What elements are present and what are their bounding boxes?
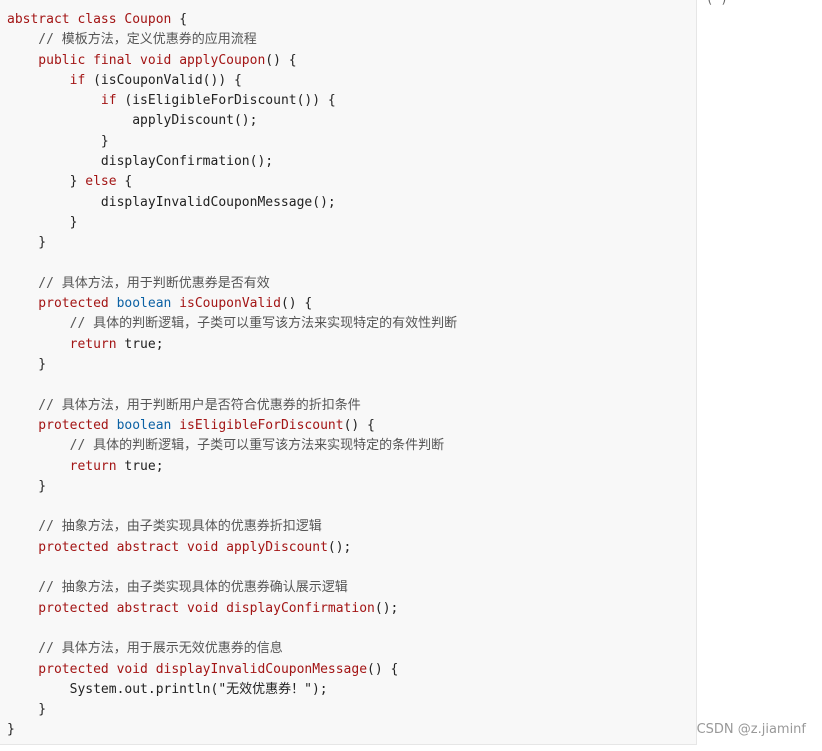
code-line: // 抽象方法，由子类实现具体的优惠券确认展示逻辑 [7, 578, 457, 598]
code-line: // 抽象方法，由子类实现具体的优惠券折扣逻辑 [7, 517, 457, 537]
code-token: displayInvalidCouponMessage(); [7, 194, 336, 210]
code-token: if [7, 72, 86, 88]
code-token: protected [7, 417, 117, 433]
code-line: displayInvalidCouponMessage(); [7, 193, 457, 213]
code-content: abstract class Coupon { // 模板方法，定义优惠券的应用… [7, 10, 457, 741]
code-line: // 具体方法，用于判断优惠券是否有效 [7, 274, 457, 294]
code-token: // 模板方法，定义优惠券的应用流程 [7, 32, 257, 48]
code-token: ); [311, 681, 328, 697]
code-token: displayInvalidCouponMessage [155, 661, 368, 677]
code-line: // 具体方法，用于判断用户是否符合优惠券的折扣条件 [7, 396, 457, 416]
code-token: boolean [116, 296, 180, 312]
code-token: { [171, 12, 188, 27]
code-token: } [7, 174, 86, 190]
code-token: isCouponValid [179, 296, 281, 312]
code-line: } [7, 477, 457, 497]
code-line: protected void displayInvalidCouponMessa… [7, 660, 457, 680]
code-token: if [7, 93, 117, 109]
corner-glyph: ( ) [706, 0, 728, 6]
code-line: protected abstract void displayConfirmat… [7, 599, 457, 619]
code-token: return [7, 336, 125, 352]
watermark: CSDN @z.jiaminf [696, 722, 806, 737]
code-line: displayConfirmation(); [7, 152, 457, 172]
code-token: boolean [116, 417, 180, 433]
code-token: // 具体方法，用于判断用户是否符合优惠券的折扣条件 [7, 397, 361, 413]
code-line: System.out.println("无效优惠券！"); [7, 680, 457, 700]
code-token: (); [327, 539, 352, 555]
code-line: } else { [7, 172, 457, 192]
code-token: abstract class [7, 12, 125, 27]
code-line: public final void applyCoupon() { [7, 51, 457, 71]
code-token: true; [124, 458, 164, 474]
code-token: () { [343, 417, 375, 433]
code-token: (isEligibleForDiscount()) { [116, 93, 336, 109]
code-token: () { [367, 661, 399, 677]
code-line: } [7, 720, 457, 740]
code-token: (isCouponValid()) { [85, 72, 242, 88]
code-line: protected boolean isCouponValid() { [7, 294, 457, 314]
code-token: System.out.println( [7, 681, 219, 697]
code-line: // 模板方法，定义优惠券的应用流程 [7, 30, 457, 50]
code-line: if (isCouponValid()) { [7, 71, 457, 91]
code-token: else [85, 174, 117, 190]
code-token: isEligibleForDiscount [179, 417, 344, 433]
code-token: // 具体的判断逻辑，子类可以重写该方法来实现特定的有效性判断 [7, 316, 458, 332]
code-line: protected abstract void applyDiscount(); [7, 538, 457, 558]
code-token: // 具体的判断逻辑，子类可以重写该方法来实现特定的条件判断 [7, 438, 445, 454]
code-token: displayConfirmation [226, 600, 375, 616]
code-token: // 具体方法，用于判断优惠券是否有效 [7, 275, 270, 291]
code-line: abstract class Coupon { [7, 10, 457, 30]
code-line: } [7, 213, 457, 233]
code-token: } [7, 214, 78, 230]
code-token: applyDiscount(); [7, 113, 258, 129]
code-line: applyDiscount(); [7, 111, 457, 131]
code-token: protected abstract void [7, 600, 227, 616]
code-token: protected void [7, 661, 156, 677]
code-token: } [7, 478, 47, 494]
code-line: // 具体方法，用于展示无效优惠券的信息 [7, 639, 457, 659]
code-token: // 抽象方法，由子类实现具体的优惠券确认展示逻辑 [7, 580, 348, 596]
code-token: } [7, 357, 47, 373]
code-block: abstract class Coupon { // 模板方法，定义优惠券的应用… [0, 0, 697, 745]
code-token: public final void [7, 52, 180, 68]
code-token: protected [7, 296, 117, 312]
code-token: } [7, 133, 109, 149]
code-token: () { [265, 52, 297, 68]
code-token: "无效优惠券！" [218, 681, 312, 697]
code-line: } [7, 355, 457, 375]
code-token: { [116, 174, 133, 190]
code-token: true; [124, 336, 164, 352]
code-line: // 具体的判断逻辑，子类可以重写该方法来实现特定的有效性判断 [7, 314, 457, 334]
code-token: protected abstract void [7, 539, 227, 555]
code-token: (); [374, 600, 399, 616]
code-line: return true; [7, 335, 457, 355]
code-line: return true; [7, 457, 457, 477]
code-line: } [7, 132, 457, 152]
code-token: // 具体方法，用于展示无效优惠券的信息 [7, 641, 283, 657]
code-line: if (isEligibleForDiscount()) { [7, 91, 457, 111]
code-token: } [7, 722, 15, 738]
code-token: displayConfirmation(); [7, 154, 274, 170]
code-token: applyCoupon [179, 52, 266, 68]
code-line: } [7, 233, 457, 253]
code-token: } [7, 702, 47, 718]
code-line: protected boolean isEligibleForDiscount(… [7, 416, 457, 436]
code-token: () { [280, 296, 313, 312]
code-token: return [7, 458, 125, 474]
code-line: } [7, 700, 457, 720]
code-token: // 抽象方法，由子类实现具体的优惠券折扣逻辑 [7, 519, 322, 535]
code-token: } [7, 235, 47, 251]
code-token: applyDiscount [226, 539, 328, 555]
code-token: Coupon [124, 12, 172, 27]
code-line: // 具体的判断逻辑，子类可以重写该方法来实现特定的条件判断 [7, 436, 457, 456]
